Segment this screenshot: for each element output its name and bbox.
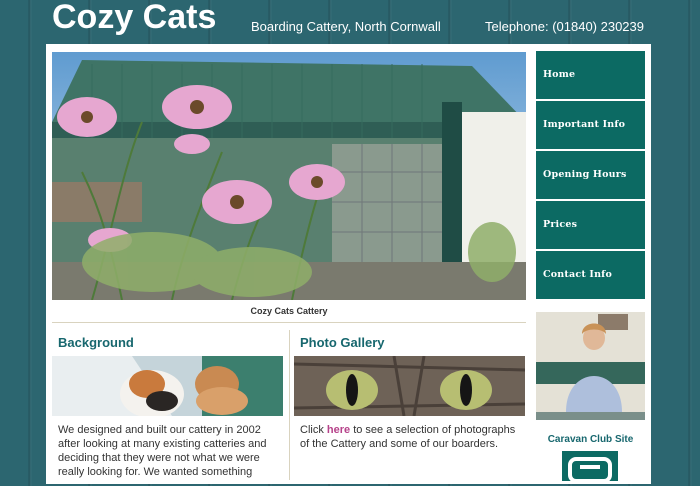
column-divider xyxy=(289,330,290,480)
nav-prices[interactable]: Prices xyxy=(536,201,645,249)
nav-contact-info[interactable]: Contact Info xyxy=(536,251,645,299)
hero-photo xyxy=(52,52,526,300)
cat-eyes-photo[interactable] xyxy=(294,356,525,416)
cats-photo xyxy=(52,356,283,416)
main-nav: Home Important Info Opening Hours Prices… xyxy=(536,51,645,301)
gallery-text-before: Click xyxy=(300,424,327,436)
phone-number: Telephone: (01840) 230239 xyxy=(484,19,644,34)
background-heading: Background xyxy=(58,335,134,350)
site-title[interactable]: Cozy Cats xyxy=(52,0,216,37)
nav-important-info[interactable]: Important Info xyxy=(536,101,645,149)
caravan-club-logo[interactable] xyxy=(562,451,618,483)
owner-photo xyxy=(536,312,645,420)
nav-home[interactable]: Home xyxy=(536,51,645,99)
caravan-club-heading: Caravan Club Site xyxy=(547,434,634,445)
gallery-heading: Photo Gallery xyxy=(300,335,385,350)
hero-caption: Cozy Cats Cattery xyxy=(250,306,328,316)
divider xyxy=(52,322,526,323)
gallery-text: Click here to see a selection of photogr… xyxy=(300,423,525,451)
gallery-link[interactable]: here xyxy=(327,424,350,436)
nav-opening-hours[interactable]: Opening Hours xyxy=(536,151,645,199)
site-tagline: Boarding Cattery, North Cornwall xyxy=(251,19,441,34)
background-text: We designed and built our cattery in 200… xyxy=(58,424,267,478)
